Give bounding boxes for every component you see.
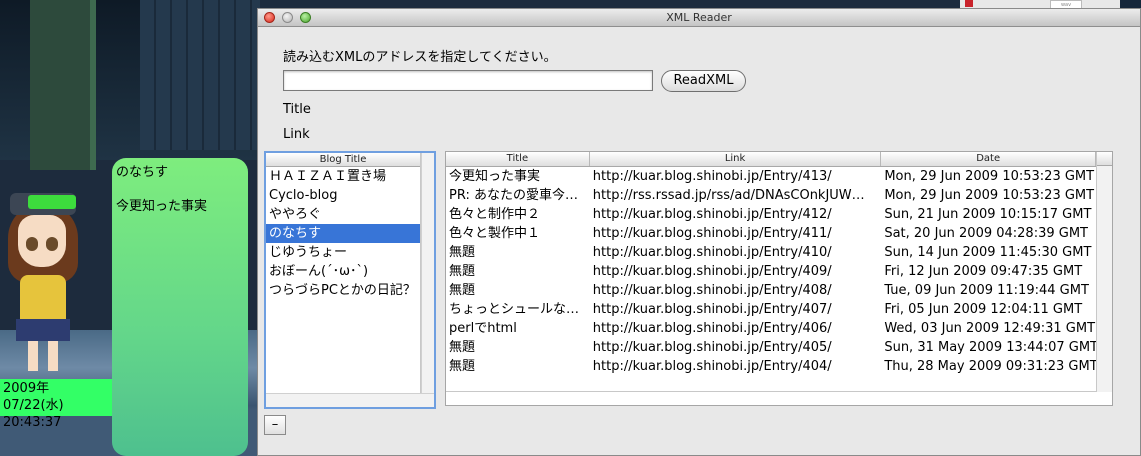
blog-list-item[interactable]: のなちす: [266, 224, 420, 243]
entries-table-header: Title Link Date: [446, 152, 1096, 167]
blog-list-item[interactable]: つらづらPCとかの日記？: [266, 281, 420, 300]
link-column-header[interactable]: Link: [590, 152, 882, 166]
entries-header-corner: [1097, 152, 1112, 166]
entry-date-cell: Thu, 28 May 2009 09:31:23 GMT: [884, 359, 1096, 374]
blog-list-vertical-scrollbar[interactable]: [421, 153, 434, 393]
blog-title-column-header[interactable]: Blog Title: [266, 153, 420, 167]
blog-list-item[interactable]: Cyclo-blog: [266, 186, 420, 205]
game-scenery-pillar: [30, 0, 96, 170]
mascot-eye: [46, 237, 58, 251]
entry-link-cell: http://kuar.blog.shinobi.jp/Entry/407/: [592, 302, 832, 317]
feed-link-label: Link: [283, 127, 310, 142]
entry-title-cell: ちょっとシュールな…: [449, 302, 580, 317]
xml-reader-window: XML Reader 読み込むXMLのアドレスを指定してください。 ReadXM…: [257, 8, 1141, 456]
table-row[interactable]: 色々と制作中２ http://kuar.blog.shinobi.jp/Entry…: [446, 205, 1096, 224]
table-row[interactable]: 色々と製作中１ http://kuar.blog.shinobi.jp/Entry…: [446, 224, 1096, 243]
window-titlebar[interactable]: XML Reader: [258, 9, 1140, 27]
bubble-blog-name: のなちす: [116, 165, 169, 180]
entry-date-cell: Sun, 31 May 2009 13:44:07 GMT: [884, 340, 1096, 355]
entry-link-cell: http://kuar.blog.shinobi.jp/Entry/413/: [592, 169, 832, 184]
mascot-leg: [48, 341, 58, 371]
mascot-character[interactable]: [0, 185, 95, 375]
entry-date-cell: Fri, 12 Jun 2009 09:47:35 GMT: [884, 264, 1083, 279]
entry-date-cell: Wed, 03 Jun 2009 12:49:31 GMT: [884, 321, 1096, 336]
entry-date-cell: Sat, 20 Jun 2009 04:28:39 GMT: [884, 226, 1088, 241]
blog-list-horizontal-scrollbar[interactable]: [266, 393, 434, 407]
entries-vertical-scrollbar[interactable]: [1097, 152, 1112, 392]
entry-date-cell: Tue, 09 Jun 2009 11:19:44 GMT: [884, 283, 1089, 298]
entry-title-cell: 色々と制作中２: [449, 207, 541, 222]
entry-link-cell: http://kuar.blog.shinobi.jp/Entry/411/: [592, 226, 832, 241]
game-scenery-grid: [140, 0, 260, 150]
entry-title-cell: 無題: [449, 264, 476, 279]
date-column-header[interactable]: Date: [881, 152, 1096, 166]
entry-date-cell: Mon, 29 Jun 2009 10:53:23 GMT: [884, 169, 1095, 184]
entry-date-cell: Mon, 29 Jun 2009 10:53:23 GMT: [884, 188, 1095, 203]
entry-title-cell: perlでhtml: [449, 321, 517, 336]
clock-time: 20:43:37: [3, 415, 62, 430]
table-row[interactable]: 無題 http://kuar.blog.shinobi.jp/Entry/405/…: [446, 338, 1096, 357]
xml-url-input[interactable]: [283, 70, 653, 91]
entry-title-cell: 無題: [449, 245, 476, 260]
table-row[interactable]: perlでhtml http://kuar.blog.shinobi.jp/Ent…: [446, 319, 1096, 338]
mascot-clock: 2009年07/22(水) 20:43:37: [0, 379, 112, 430]
entry-date-cell: Fri, 05 Jun 2009 12:04:11 GMT: [884, 302, 1083, 317]
entry-link-cell: http://kuar.blog.shinobi.jp/Entry/405/: [592, 340, 832, 355]
entry-title-cell: PR: あなたの愛車今…: [449, 188, 578, 203]
entry-link-cell: http://rss.rssad.jp/rss/ad/DNAsCOnkJUW…: [592, 188, 865, 203]
blog-list-item[interactable]: おぼーん(´･ω･`): [266, 262, 420, 281]
read-xml-button[interactable]: ReadXML: [661, 70, 746, 92]
mascot-leg: [28, 341, 38, 371]
table-row[interactable]: 今更知った事実 http://kuar.blog.shinobi.jp/Entry…: [446, 167, 1096, 186]
entry-date-cell: Sun, 14 Jun 2009 11:45:30 GMT: [884, 245, 1092, 260]
entry-title-cell: 無題: [449, 283, 476, 298]
window-title: XML Reader: [666, 11, 732, 24]
app-icon[interactable]: [965, 0, 973, 7]
blog-list-panel[interactable]: Blog Title ＨＡＩＺＡＩ置き場 Cyclo-blog ややろぐ のなちす じゆ…: [264, 151, 436, 409]
mascot-speech-bubble[interactable]: のなちす 今更知った事実: [112, 158, 248, 456]
goggle-lens: [28, 195, 76, 209]
entry-title-cell: 色々と製作中１: [449, 226, 541, 241]
title-column-header[interactable]: Title: [446, 152, 590, 166]
entry-date-cell: Sun, 21 Jun 2009 10:15:17 GMT: [884, 207, 1092, 222]
entries-table[interactable]: Title Link Date 今更知った事実 http://kuar.blog.…: [446, 152, 1097, 392]
entry-link-cell: http://kuar.blog.shinobi.jp/Entry/412/: [592, 207, 832, 222]
blog-list-item[interactable]: ややろぐ: [266, 205, 420, 224]
entry-title-cell: 無題: [449, 359, 476, 374]
table-row[interactable]: PR: あなたの愛車今… http://rss.rssad.jp/rss/ad/D…: [446, 186, 1096, 205]
remove-blog-button[interactable]: –: [264, 415, 286, 435]
table-row[interactable]: 無題 http://kuar.blog.shinobi.jp/Entry/408/…: [446, 281, 1096, 300]
entry-link-cell: http://kuar.blog.shinobi.jp/Entry/410/: [592, 245, 832, 260]
blog-list[interactable]: Blog Title ＨＡＩＺＡＩ置き場 Cyclo-blog ややろぐ のなちす じゆ…: [266, 153, 421, 393]
table-row[interactable]: 無題 http://kuar.blog.shinobi.jp/Entry/410/…: [446, 243, 1096, 262]
mascot-skirt: [16, 319, 70, 341]
entry-link-cell: http://kuar.blog.shinobi.jp/Entry/406/: [592, 321, 832, 336]
blog-list-item[interactable]: じゆうちょー: [266, 243, 420, 262]
feed-title-label: Title: [283, 102, 311, 117]
mascot-goggles: [10, 193, 76, 215]
table-row[interactable]: 無題 http://kuar.blog.shinobi.jp/Entry/409/…: [446, 262, 1096, 281]
entries-table-panel[interactable]: Title Link Date 今更知った事実 http://kuar.blog.…: [445, 151, 1113, 406]
mascot-eye: [26, 237, 38, 251]
entry-link-cell: http://kuar.blog.shinobi.jp/Entry/409/: [592, 264, 832, 279]
mascot-vest: [20, 275, 66, 323]
table-row[interactable]: 無題 http://kuar.blog.shinobi.jp/Entry/404/…: [446, 357, 1096, 376]
table-row[interactable]: ちょっとシュールな… http://kuar.blog.shinobi.jp/En…: [446, 300, 1096, 319]
entry-link-cell: http://kuar.blog.shinobi.jp/Entry/404/: [592, 359, 832, 374]
url-prompt-label: 読み込むXMLのアドレスを指定してください。: [283, 50, 557, 65]
entry-link-cell: http://kuar.blog.shinobi.jp/Entry/408/: [592, 283, 832, 298]
entry-title-cell: 無題: [449, 340, 476, 355]
blog-list-item[interactable]: ＨＡＩＺＡＩ置き場: [266, 167, 420, 186]
clock-date: 2009年07/22(水): [3, 381, 64, 413]
entry-title-cell: 今更知った事実: [449, 169, 541, 184]
bubble-entry-title: 今更知った事実: [116, 199, 208, 214]
